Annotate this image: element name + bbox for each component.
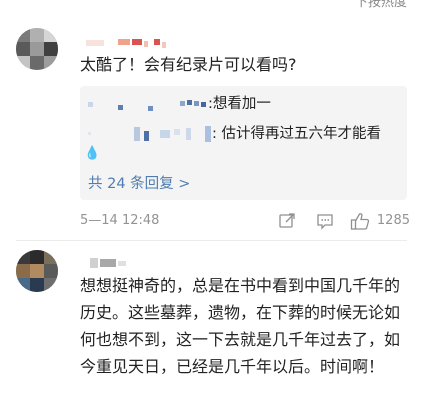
emoji-icon: 💧	[84, 146, 101, 161]
comment-text: 太酷了！会有纪录片可以看吗?	[80, 55, 297, 74]
reply-username-blurred[interactable]	[88, 124, 212, 144]
thumbs-up-icon[interactable]	[350, 212, 370, 235]
reply-text: :想看加一	[208, 96, 271, 112]
reply-item[interactable]: : 估计得再过五六年才能看	[88, 122, 381, 144]
share-icon[interactable]	[278, 212, 296, 234]
like-count: 1285	[376, 213, 410, 228]
comment-time: 5—14 12:48	[80, 213, 160, 228]
reply-item[interactable]: :想看加一	[88, 92, 271, 113]
username-blurred[interactable]	[80, 256, 140, 272]
avatar[interactable]	[16, 250, 58, 292]
avatar[interactable]	[16, 28, 58, 70]
divider	[16, 240, 407, 241]
sort-by-hot-link[interactable]: 下按热度	[355, 0, 407, 10]
comment-text: 想想挺神奇的，总是在书中看到中国几千年的历史。这些墓葬，遗物，在下葬的时候无论如…	[80, 276, 401, 376]
username-blurred[interactable]	[80, 38, 190, 48]
comment-meta-bar: 5—14 12:48 1285	[80, 212, 410, 232]
comment-icon[interactable]	[316, 212, 334, 234]
reply-preview-box[interactable]: :想看加一 : 估计得再过五六年才能看 💧 共 24 条回复 >	[80, 86, 407, 200]
weibo-comment-list: 下按热度 太酷了！会有纪录片可以看吗?:想看加一: 估计得再过五六年才能看 …	[0, 0, 423, 406]
reply-username-blurred[interactable]	[88, 97, 208, 111]
view-all-replies-link[interactable]: 共 24 条回复 >	[88, 172, 190, 193]
reply-text: : 估计得再过五六年才能看	[212, 126, 381, 142]
